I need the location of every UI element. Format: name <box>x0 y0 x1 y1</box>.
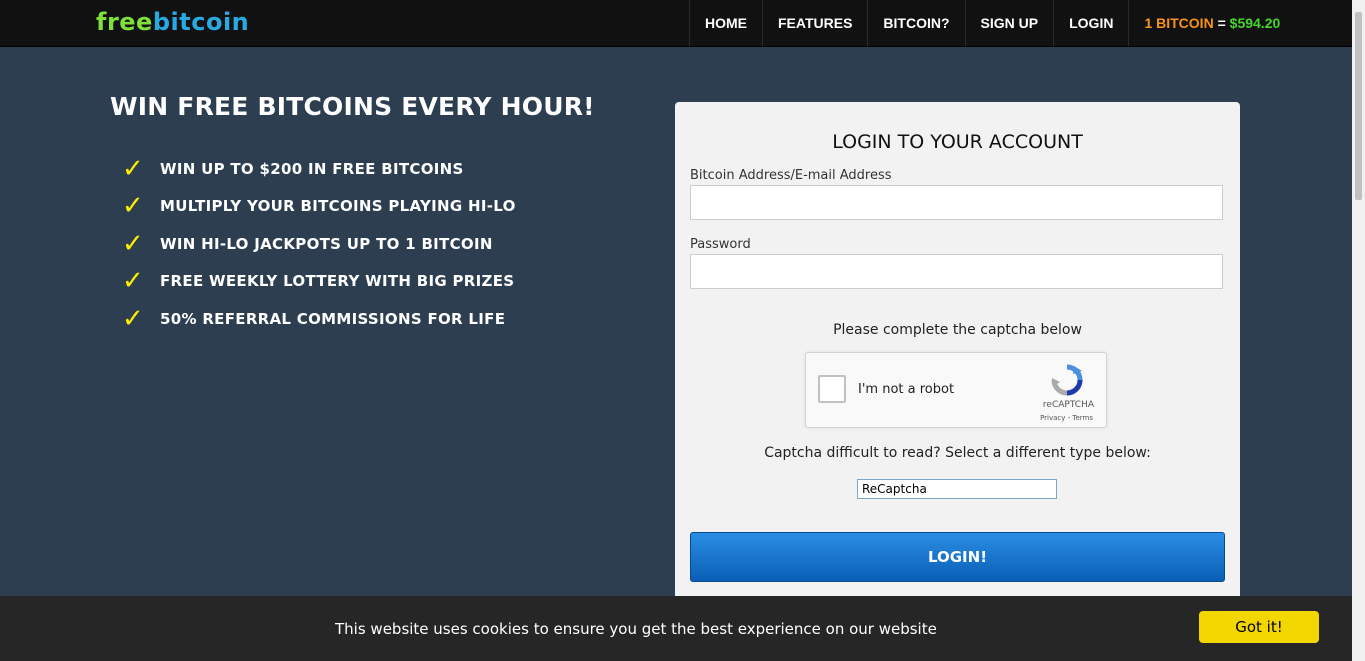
feature-item: ✓ 50% REFERRAL COMMISSIONS FOR LIFE <box>122 300 516 338</box>
price-value: $594.20 <box>1229 15 1281 31</box>
nav-sign-up[interactable]: SIGN UP <box>964 0 1054 46</box>
login-title: LOGIN TO YOUR ACCOUNT <box>832 131 1083 153</box>
feature-text: FREE WEEKLY LOTTERY WITH BIG PRIZES <box>160 272 515 291</box>
address-input[interactable] <box>690 185 1223 220</box>
checkmark-icon: ✓ <box>122 228 144 259</box>
login-panel: LOGIN TO YOUR ACCOUNT Bitcoin Address/E-… <box>675 102 1240 622</box>
feature-list: ✓ WIN UP TO $200 IN FREE BITCOINS ✓ MULT… <box>122 150 516 338</box>
top-navbar: freebitcoin HOME FEATURES BITCOIN? SIGN … <box>0 0 1352 47</box>
recaptcha-brand: reCAPTCHA <box>1042 400 1094 410</box>
price-equals: = <box>1213 15 1230 31</box>
cookie-accept-button[interactable]: Got it! <box>1199 611 1319 643</box>
feature-item: ✓ FREE WEEKLY LOTTERY WITH BIG PRIZES <box>122 263 516 301</box>
feature-item: ✓ MULTIPLY YOUR BITCOINS PLAYING HI-LO <box>122 188 516 226</box>
cookie-banner: This website uses cookies to ensure you … <box>0 596 1352 661</box>
site-logo[interactable]: freebitcoin <box>96 8 249 36</box>
feature-text: WIN UP TO $200 IN FREE BITCOINS <box>160 159 464 178</box>
checkmark-icon: ✓ <box>122 191 144 222</box>
address-label: Bitcoin Address/E-mail Address <box>690 168 892 183</box>
hero-headline: WIN FREE BITCOINS EVERY HOUR! <box>110 92 595 121</box>
feature-text: MULTIPLY YOUR BITCOINS PLAYING HI-LO <box>160 197 516 216</box>
captcha-alt-prompt: Captcha difficult to read? Select a diff… <box>764 445 1151 461</box>
nav-login[interactable]: LOGIN <box>1053 0 1128 46</box>
checkmark-icon: ✓ <box>122 303 144 334</box>
password-input[interactable] <box>690 254 1223 289</box>
feature-text: 50% REFERRAL COMMISSIONS FOR LIFE <box>160 309 506 328</box>
password-label: Password <box>690 237 751 252</box>
recaptcha-label: I'm not a robot <box>858 382 955 397</box>
main-nav: HOME FEATURES BITCOIN? SIGN UP LOGIN 1 B… <box>689 0 1295 46</box>
recaptcha-privacy-terms[interactable]: Privacy - Terms <box>1040 414 1093 422</box>
scrollbar-thumb[interactable] <box>1355 12 1362 200</box>
feature-item: ✓ WIN HI-LO JACKPOTS UP TO 1 BITCOIN <box>122 225 516 263</box>
feature-text: WIN HI-LO JACKPOTS UP TO 1 BITCOIN <box>160 234 493 253</box>
price-label: 1 BITCOIN <box>1144 15 1214 31</box>
login-button[interactable]: LOGIN! <box>690 532 1225 582</box>
recaptcha-logo-icon <box>1051 364 1083 396</box>
bitcoin-price-ticker: 1 BITCOIN = $594.20 <box>1128 0 1295 46</box>
checkmark-icon: ✓ <box>122 266 144 297</box>
page-scrollbar[interactable] <box>1352 0 1365 661</box>
captcha-prompt: Please complete the captcha below <box>833 322 1082 338</box>
cookie-message: This website uses cookies to ensure you … <box>335 620 937 638</box>
feature-item: ✓ WIN UP TO $200 IN FREE BITCOINS <box>122 150 516 188</box>
checkmark-icon: ✓ <box>122 153 144 184</box>
nav-features[interactable]: FEATURES <box>762 0 867 46</box>
recaptcha-widget: I'm not a robot reCAPTCHA Privacy - Term… <box>805 352 1107 428</box>
captcha-type-select[interactable]: ReCaptcha <box>857 479 1057 499</box>
nav-bitcoin[interactable]: BITCOIN? <box>867 0 964 46</box>
logo-text-bitcoin: bitcoin <box>152 8 250 36</box>
nav-home[interactable]: HOME <box>689 0 762 46</box>
recaptcha-checkbox[interactable] <box>818 375 846 403</box>
logo-text-free: free <box>96 8 153 36</box>
